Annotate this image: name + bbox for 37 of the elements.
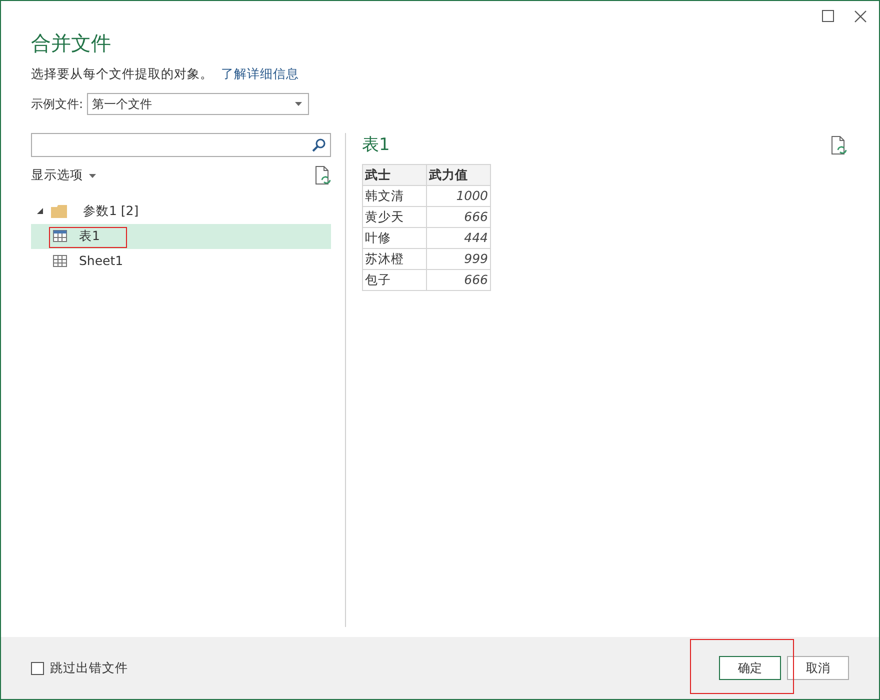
example-file-label: 示例文件:	[31, 96, 84, 113]
folder-icon	[51, 204, 67, 218]
sheet-icon	[53, 255, 67, 268]
table-cell: 叶修	[362, 228, 426, 249]
preview-title: 表1	[362, 134, 390, 157]
table-icon	[53, 230, 67, 242]
expand-arrow-icon	[37, 208, 43, 214]
table-cell: 苏沐橙	[362, 248, 426, 270]
checkbox-label: 跳过出错文件	[50, 658, 128, 677]
table-cell: 包子	[362, 270, 426, 291]
table-cell: 666	[426, 206, 490, 228]
refresh-file-icon[interactable]	[315, 166, 331, 186]
cancel-button[interactable]: 取消	[787, 656, 849, 680]
maximize-button[interactable]	[819, 7, 837, 25]
example-file-dropdown[interactable]: 第一个文件	[87, 92, 310, 115]
refresh-file-icon[interactable]	[831, 136, 847, 155]
caret-icon	[89, 174, 96, 178]
dialog-title: 合并文件	[31, 31, 112, 55]
column-header: 武力值	[426, 164, 490, 186]
table-cell: 444	[426, 228, 490, 249]
ok-button[interactable]: 确定	[719, 656, 781, 680]
table-cell: 韩文清	[362, 186, 426, 207]
tree-item[interactable]: 参数1 [2]	[31, 198, 331, 224]
display-options-button[interactable]: 显示选项	[31, 166, 96, 186]
tree-item[interactable]: Sheet1	[31, 248, 331, 274]
tree-item[interactable]: 表1	[31, 224, 331, 249]
caret-icon	[295, 102, 302, 106]
search-field[interactable]	[31, 132, 331, 157]
table-cell: 666	[426, 270, 490, 291]
table-cell: 黄少天	[362, 206, 426, 228]
checkbox[interactable]	[31, 662, 44, 674]
search-icon	[312, 138, 326, 152]
learn-more-link[interactable]: 了解详细信息	[221, 66, 299, 81]
column-header: 武士	[362, 164, 426, 186]
table-cell: 999	[426, 248, 490, 270]
table-cell: 1000	[426, 186, 490, 207]
description-text: 选择要从每个文件提取的对象。	[31, 66, 213, 81]
